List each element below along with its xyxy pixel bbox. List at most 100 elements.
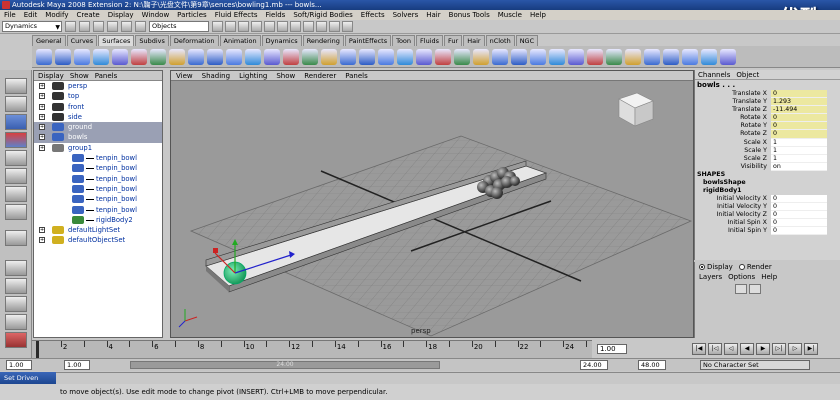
save-scene-icon[interactable] (93, 21, 104, 32)
menu-display[interactable]: Display (108, 10, 134, 20)
curve-icon[interactable] (188, 48, 204, 65)
attribute-value[interactable]: 1 (771, 154, 827, 163)
outliner-item[interactable]: rigidBody2 (34, 215, 162, 225)
current-frame-field[interactable]: 1.00 (597, 344, 627, 354)
outliner-item[interactable]: tenpin_bowl (34, 163, 162, 173)
menu-hair[interactable]: Hair (426, 10, 440, 20)
tab-fur[interactable]: Fur (444, 35, 463, 46)
attach-icon[interactable] (435, 48, 451, 65)
select-component-icon[interactable] (135, 21, 146, 32)
viewport-menu-renderer[interactable]: Renderer (304, 71, 336, 80)
attribute-value[interactable]: 1.293 (771, 98, 827, 107)
attribute-value[interactable]: 0 (771, 90, 827, 99)
open-close-icon[interactable] (492, 48, 508, 65)
torus-icon[interactable] (131, 48, 147, 65)
expand-icon[interactable]: + (39, 93, 45, 100)
tab-ngc[interactable]: NGC (515, 35, 539, 46)
tab-dynamics[interactable]: Dynamics (261, 35, 302, 46)
rotate-tool-icon[interactable] (5, 150, 27, 166)
menu-fields[interactable]: Fields (266, 10, 286, 20)
attribute-row[interactable]: Rotate Y 0 (695, 122, 840, 131)
history-icon[interactable] (264, 21, 275, 32)
attribute-row[interactable]: Visibility on (695, 162, 840, 171)
tab-ncloth[interactable]: nCloth (485, 35, 515, 46)
tab-animation[interactable]: Animation (219, 35, 261, 46)
render-layer-radio[interactable]: Render (738, 262, 772, 272)
outliner-item[interactable]: + side (34, 112, 162, 122)
attribute-row[interactable]: Scale Z 1 (695, 154, 840, 163)
attribute-row[interactable]: Initial Velocity Y 0 (695, 203, 840, 212)
square-icon[interactable] (169, 48, 185, 65)
channel-menu-channels[interactable]: Channels (698, 70, 730, 79)
menu-effects[interactable]: Effects (361, 10, 385, 20)
expand-icon[interactable]: + (39, 103, 45, 110)
menu-file[interactable]: File (4, 10, 16, 20)
tab-toon[interactable]: Toon (392, 35, 416, 46)
menu-solvers[interactable]: Solvers (393, 10, 419, 20)
circular-fillet-icon[interactable] (701, 48, 717, 65)
tab-fluids[interactable]: Fluids (416, 35, 444, 46)
graph-layout-icon[interactable] (5, 314, 27, 330)
ep-curve-icon[interactable] (207, 48, 223, 65)
go-to-start-icon[interactable]: |◀ (692, 343, 706, 355)
outliner-item[interactable]: + defaultObjectSet (34, 235, 162, 245)
menu-bonus-tools[interactable]: Bonus Tools (449, 10, 490, 20)
menu-fluid-effects[interactable]: Fluid Effects (215, 10, 258, 20)
outliner-item[interactable]: tenpin_bowl (34, 205, 162, 215)
select-hierarchy-icon[interactable] (107, 21, 118, 32)
expand-icon[interactable]: + (39, 237, 45, 244)
new-layer-icon[interactable] (735, 284, 747, 294)
attribute-value[interactable]: 0 (771, 219, 827, 228)
attribute-value[interactable]: -11.494 (771, 106, 827, 115)
new-scene-icon[interactable] (65, 21, 76, 32)
expand-icon[interactable]: + (39, 134, 45, 141)
loft-icon[interactable] (283, 48, 299, 65)
revolve-icon[interactable] (264, 48, 280, 65)
character-set-dropdown[interactable]: No Character Set (700, 360, 810, 370)
attribute-value[interactable]: 0 (771, 194, 827, 204)
rebuild-icon[interactable] (606, 48, 622, 65)
expand-icon[interactable]: + (39, 227, 45, 234)
viewport-menu-panels[interactable]: Panels (345, 71, 368, 80)
play-forward-icon[interactable]: ▶ (756, 343, 770, 355)
outliner-item[interactable]: + persp (34, 81, 162, 91)
layer-menu-help[interactable]: Help (761, 272, 777, 282)
step-back-key-icon[interactable]: ◁ (724, 343, 738, 355)
attribute-row[interactable]: Translate X 0 (695, 90, 840, 99)
attribute-row[interactable]: Initial Velocity X 0 (695, 194, 840, 204)
paint-select-tool-icon[interactable] (5, 114, 27, 130)
current-time-marker[interactable] (36, 341, 39, 358)
attribute-value[interactable]: 0 (771, 227, 827, 236)
fillet-icon[interactable] (682, 48, 698, 65)
command-line[interactable] (0, 372, 840, 384)
attribute-row[interactable]: Scale Y 1 (695, 146, 840, 155)
time-slider[interactable]: 2 4 6 8 10 12 14 16 18 20 22 24 (32, 340, 592, 358)
tab-general[interactable]: General (32, 35, 66, 46)
show-tool-icon[interactable] (329, 21, 340, 32)
expand-icon[interactable]: + (39, 113, 45, 120)
project-icon[interactable] (530, 48, 546, 65)
viewport-menu-view[interactable]: View (176, 71, 193, 80)
menu-set-dropdown[interactable]: Dynamics ▼ (2, 21, 62, 32)
view-cube-icon[interactable] (618, 92, 654, 127)
attribute-row[interactable]: Initial Spin Y 0 (695, 227, 840, 236)
untrim-icon[interactable] (568, 48, 584, 65)
menu-particles[interactable]: Particles (177, 10, 207, 20)
layer-menu-options[interactable]: Options (728, 272, 755, 282)
sculpt-icon[interactable] (663, 48, 679, 65)
outliner-item[interactable]: + front (34, 102, 162, 112)
select-object-icon[interactable] (121, 21, 132, 32)
snap-curve-icon[interactable] (225, 21, 236, 32)
scene-canvas[interactable]: persp (171, 81, 694, 338)
select-tool-icon[interactable] (5, 78, 27, 94)
tab-painteffects[interactable]: PaintEffects (344, 35, 392, 46)
pencil-icon[interactable] (226, 48, 242, 65)
outliner-layout-icon[interactable] (5, 296, 27, 312)
show-channel-icon[interactable] (342, 21, 353, 32)
plane-icon[interactable] (112, 48, 128, 65)
planar-icon[interactable] (302, 48, 318, 65)
expand-icon[interactable]: + (39, 83, 45, 89)
render-layout-icon[interactable] (5, 332, 27, 348)
move-tool-icon[interactable] (5, 132, 27, 148)
start-time-field[interactable]: 1.00 (6, 360, 32, 370)
